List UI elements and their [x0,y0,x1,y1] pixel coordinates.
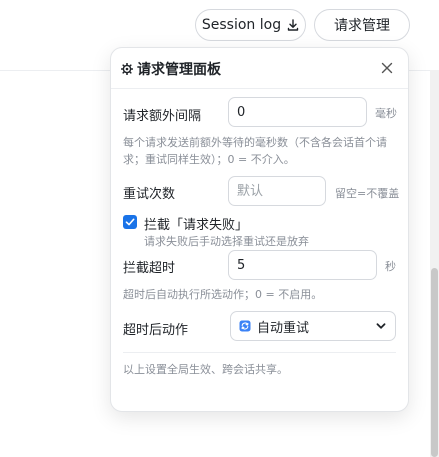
request-manage-panel: 请求管理面板 请求额外间隔 毫秒 每个请求发送前额外等待的毫秒数（不含各会话首个… [110,47,409,412]
header-divider [111,88,408,89]
retry-count-label: 重试次数 [123,187,176,202]
timeout-action-value: 自动重试 [257,320,310,336]
intercept-timeout-label: 拦截超时 [123,261,176,276]
timeout-action-label: 超时后动作 [123,323,189,338]
chevron-down-icon [376,323,386,329]
extra-interval-input[interactable] [228,97,367,127]
timeout-action-select[interactable]: 自动重试 [230,311,396,341]
intercept-failure-hint: 请求失败后手动选择重试还是放弃 [144,235,309,248]
retry-count-input[interactable] [228,176,326,206]
extra-interval-unit: 毫秒 [375,107,397,120]
footer-divider [123,352,396,353]
scrollbar-thumb[interactable] [431,268,438,457]
session-log-label: Session log [201,17,282,33]
download-icon [287,19,299,31]
gear-icon [121,63,133,75]
intercept-timeout-input[interactable] [228,250,377,280]
panel-title: 请求管理面板 [121,59,221,79]
session-log-button[interactable]: Session log [195,9,306,41]
retry-icon [239,320,251,332]
panel-title-text: 请求管理面板 [137,62,221,78]
check-icon [125,218,135,226]
extra-interval-label: 请求额外间隔 [123,109,202,124]
intercept-timeout-unit: 秒 [385,260,396,273]
close-icon[interactable] [380,61,394,75]
extra-interval-hint: 每个请求发送前额外等待的毫秒数（不含各会话首个请求；重试同样生效）；0 = 不介… [123,136,387,166]
retry-count-unit: 留空=不覆盖 [335,187,400,200]
footer-note: 以上设置全局生效、跨会话共享。 [123,363,288,376]
intercept-failure-checkbox[interactable] [123,215,137,229]
intercept-failure-label[interactable]: 拦截「请求失败」 [144,214,248,233]
intercept-timeout-hint: 超时后自动执行所选动作；0 = 不启用。 [123,288,323,301]
request-manage-label: 请求管理 [334,18,390,34]
request-manage-button[interactable]: 请求管理 [314,9,410,41]
panel-header: 请求管理面板 [111,48,408,88]
